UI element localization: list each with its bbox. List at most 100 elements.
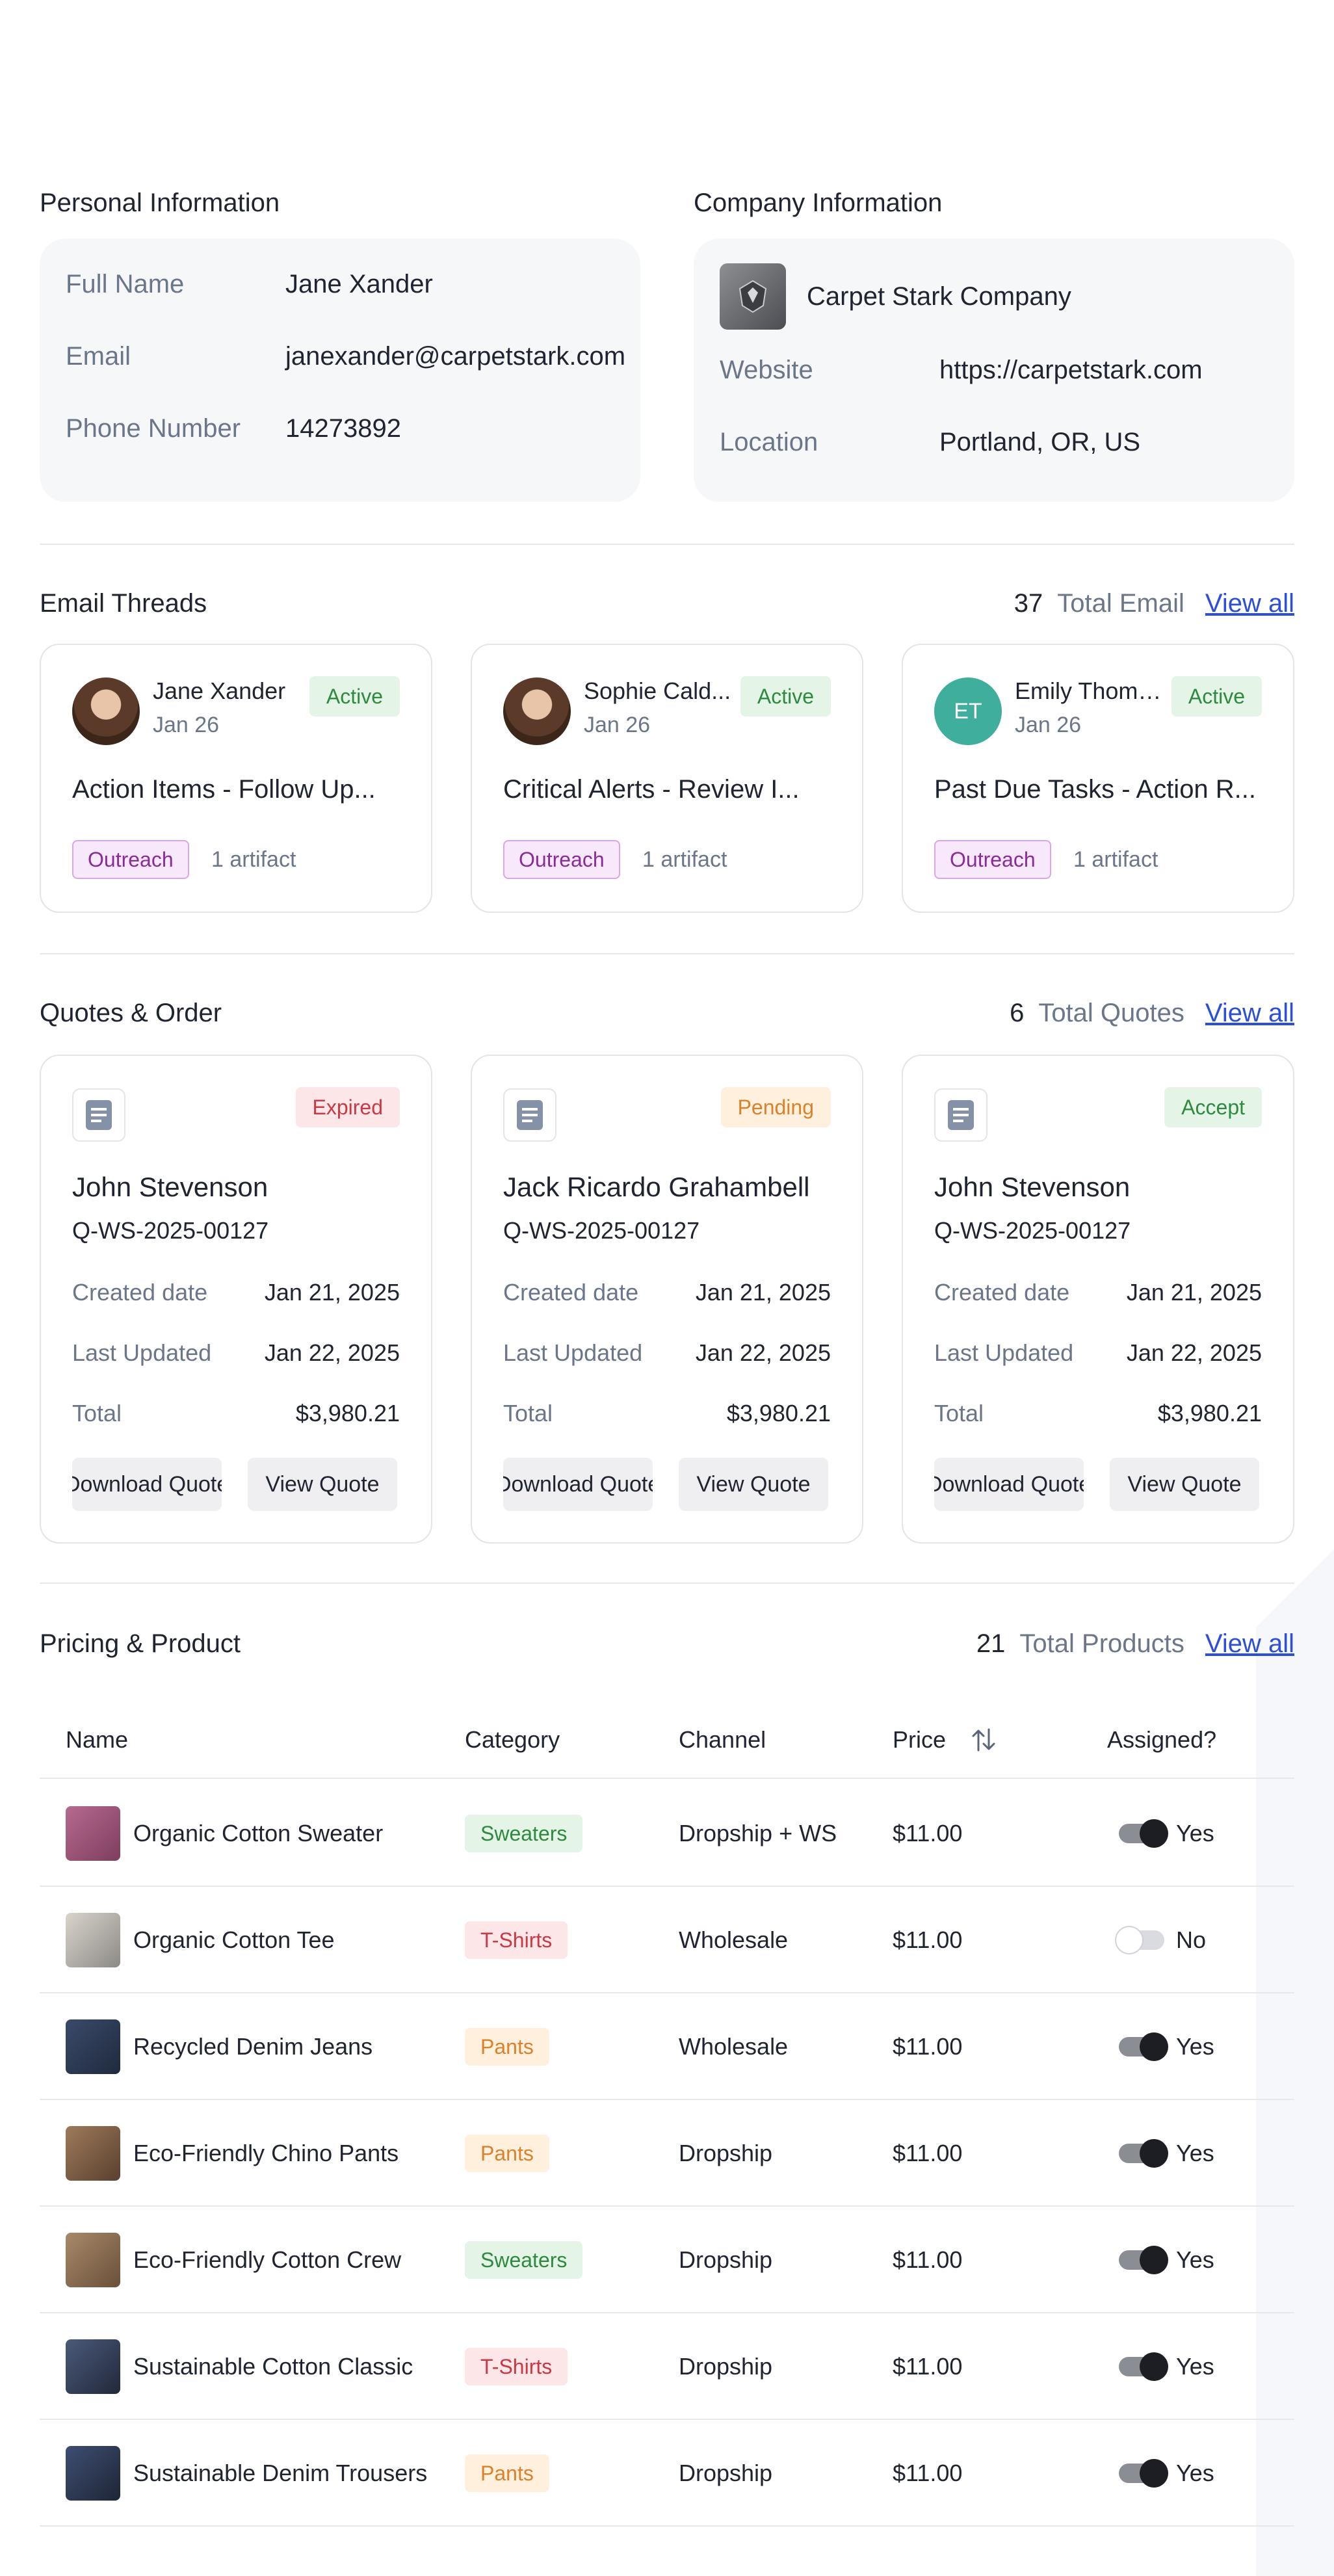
quote-customer-name: Jack Ricardo Grahambell	[503, 1172, 810, 1202]
product-name: Eco-Friendly Chino Pants	[133, 2140, 399, 2166]
toggle-knob	[1140, 2352, 1168, 2381]
divider	[40, 544, 1294, 545]
email-sender-name: Emily Thomp...	[1015, 677, 1164, 704]
last-updated-label: Last Updated	[503, 1339, 643, 1366]
table-row[interactable]: Eco-Friendly Cotton Crew Sweaters Dropship…	[40, 2207, 1294, 2313]
products-meta: 21 Total Products View all	[976, 1629, 1294, 1659]
quotes-count-label: Total Quotes	[1038, 998, 1184, 1027]
quote-customer-name: John Stevenson	[934, 1172, 1131, 1202]
total-label: Total	[934, 1400, 984, 1426]
price-cell: $11.00	[893, 1820, 963, 1847]
created-date-label: Created date	[934, 1279, 1070, 1306]
created-date-row: Created date Jan 21, 2025	[72, 1273, 400, 1312]
assigned-toggle[interactable]	[1119, 2032, 1168, 2061]
email-thread-card[interactable]: ET Emily Thomp... Jan 26 Active Past Due…	[902, 644, 1294, 913]
full-name-label: Full Name	[66, 269, 185, 298]
quote-card: Expired John Stevenson Q-WS-2025-00127 C…	[40, 1055, 432, 1544]
category-badge: T-Shirts	[465, 2348, 568, 2385]
email-thread-card[interactable]: Jane Xander Jan 26 Active Action Items -…	[40, 644, 432, 913]
divider	[40, 1583, 1294, 1584]
channel-cell: Dropship	[679, 2460, 773, 2486]
download-quote-button[interactable]: Download Quote	[934, 1458, 1084, 1511]
toggle-knob	[1140, 2032, 1168, 2061]
location-label: Location	[720, 427, 818, 456]
sort-icon[interactable]	[969, 1726, 998, 1754]
assigned-toggle[interactable]	[1119, 1819, 1168, 1848]
product-name-cell: Eco-Friendly Cotton Crew	[66, 2207, 401, 2313]
price-cell: $11.00	[893, 1926, 963, 1953]
product-name-cell: Organic Cotton Tee	[66, 1887, 335, 1993]
assigned-toggle[interactable]	[1119, 2459, 1168, 2488]
email-count: 37	[1014, 588, 1043, 618]
email-threads-header: Email Threads 37 Total Email View all	[40, 584, 1294, 623]
view-quote-button[interactable]: View Quote	[248, 1458, 397, 1511]
assigned-label: Yes	[1176, 2140, 1214, 2166]
assigned-label: Yes	[1176, 1820, 1214, 1847]
phone-value: 14273892	[285, 414, 401, 443]
column-price[interactable]: Price	[893, 1701, 998, 1779]
price-cell: $11.00	[893, 2140, 963, 2166]
email-count-label: Total Email	[1057, 588, 1184, 618]
email-thread-card[interactable]: Sophie Cald... Jan 26 Active Critical Al…	[471, 644, 863, 913]
website-value[interactable]: https://carpetstark.com	[939, 356, 1203, 385]
email-date: Jan 26	[584, 713, 651, 737]
table-row[interactable]: Sustainable Cotton Classic T-Shirts Dropsh…	[40, 2313, 1294, 2420]
view-quote-button[interactable]: View Quote	[679, 1458, 828, 1511]
products-view-all-link[interactable]: View all	[1205, 1629, 1294, 1659]
products-title: Pricing & Product	[40, 1629, 241, 1658]
avatar: ET	[934, 677, 1002, 745]
table-row[interactable]: Organic Cotton Sweater Sweaters Dropship +…	[40, 1780, 1294, 1887]
category-cell: Sweaters	[465, 1780, 583, 1887]
assigned-cell: Yes	[1119, 2313, 1214, 2420]
status-badge: Accept	[1164, 1087, 1262, 1127]
assigned-toggle[interactable]	[1115, 1926, 1164, 1954]
quote-card: Pending Jack Ricardo Grahambell Q-WS-202…	[471, 1055, 863, 1544]
total-label: Total	[72, 1400, 122, 1426]
personal-information-title: Personal Information	[40, 189, 280, 217]
products-count-label: Total Products	[1019, 1629, 1184, 1658]
outreach-tag: Outreach	[503, 840, 620, 879]
email-view-all-link[interactable]: View all	[1205, 589, 1294, 618]
column-price-label: Price	[893, 1726, 947, 1753]
phone-row: Phone Number 14273892	[66, 409, 634, 448]
table-row[interactable]: Organic Cotton Tee T-Shirts Wholesale $11.0…	[40, 1887, 1294, 1993]
email-row: Email janexander@carpetstark.com	[66, 337, 634, 376]
assigned-label: Yes	[1176, 2033, 1214, 2060]
table-row[interactable]: Recycled Denim Jeans Pants Wholesale $11.00…	[40, 1993, 1294, 2100]
category-cell: Pants	[465, 2100, 549, 2207]
view-quote-button[interactable]: View Quote	[1110, 1458, 1259, 1511]
email-subject: Past Due Tasks - Action R...	[934, 775, 1257, 804]
quote-customer-name: John Stevenson	[72, 1172, 268, 1202]
website-label: Website	[720, 355, 813, 384]
quotes-view-all-link[interactable]: View all	[1205, 999, 1294, 1028]
category-cell: Sweaters	[465, 2207, 583, 2313]
created-date-value: Jan 21, 2025	[264, 1279, 400, 1306]
price-cell: $11.00	[893, 2353, 963, 2380]
outreach-tag: Outreach	[934, 840, 1051, 879]
product-thumbnail	[66, 1806, 120, 1861]
assigned-toggle[interactable]	[1119, 2352, 1168, 2381]
last-updated-value: Jan 22, 2025	[1126, 1339, 1262, 1366]
toggle-knob	[1140, 2139, 1168, 2168]
category-cell: T-Shirts	[465, 2313, 568, 2420]
toggle-knob	[1140, 1819, 1168, 1848]
channel-cell: Dropship	[679, 2246, 773, 2273]
channel-cell: Dropship	[679, 2353, 773, 2380]
last-updated-value: Jan 22, 2025	[695, 1339, 831, 1366]
table-row[interactable]: Eco-Friendly Chino Pants Pants Dropship $11…	[40, 2100, 1294, 2207]
download-quote-button[interactable]: Download Quote	[503, 1458, 653, 1511]
table-row[interactable]: Sustainable Denim Trousers Pants Dropship $…	[40, 2420, 1294, 2527]
download-quote-button[interactable]: Download Quote	[72, 1458, 222, 1511]
quote-id: Q-WS-2025-00127	[72, 1217, 269, 1244]
assigned-toggle[interactable]	[1119, 2246, 1168, 2274]
company-information-title: Company Information	[694, 189, 943, 217]
last-updated-label: Last Updated	[72, 1339, 212, 1366]
product-name: Organic Cotton Tee	[133, 1926, 335, 1953]
download-quote-label: Download Quote	[503, 1471, 653, 1497]
assigned-toggle[interactable]	[1119, 2139, 1168, 2168]
artifact-count: 1 artifact	[211, 847, 296, 872]
product-name-cell: Organic Cotton Sweater	[66, 1780, 383, 1887]
assigned-cell: Yes	[1119, 1993, 1214, 2100]
total-value: $3,980.21	[726, 1400, 831, 1426]
toggle-knob	[1115, 1926, 1144, 1954]
